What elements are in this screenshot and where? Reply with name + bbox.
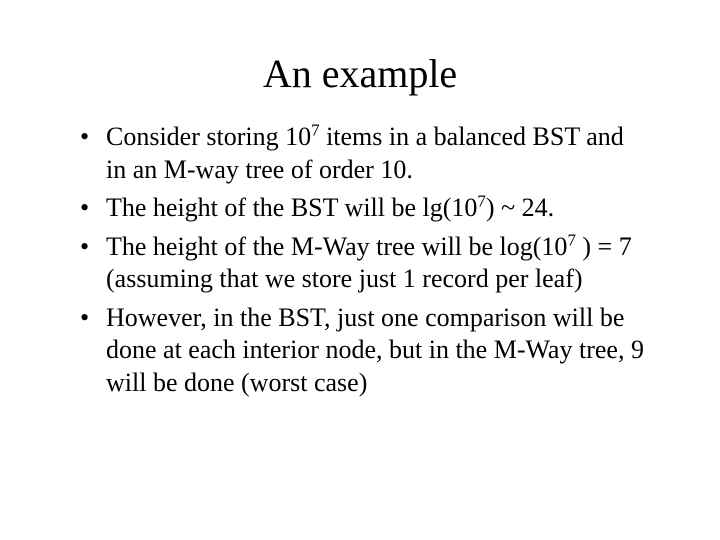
bullet-item: Consider storing 107 items in a balanced… [80,121,650,186]
bullet-text: ) ~ 24. [486,193,554,222]
bullet-text: Consider storing 10 [106,122,311,151]
bullet-item: However, in the BST, just one comparison… [80,302,650,400]
bullet-item: The height of the M-Way tree will be log… [80,231,650,296]
superscript: 7 [311,120,319,139]
bullet-text: The height of the M-Way tree will be log… [106,232,567,261]
bullet-list: Consider storing 107 items in a balanced… [60,121,660,399]
slide-title: An example [60,50,660,97]
bullet-text: However, in the BST, just one comparison… [106,303,644,397]
superscript: 7 [477,191,485,210]
bullet-text: The height of the BST will be lg(10 [106,193,477,222]
slide: An example Consider storing 107 items in… [0,0,720,540]
superscript: 7 [567,230,575,249]
bullet-item: The height of the BST will be lg(107) ~ … [80,192,650,225]
